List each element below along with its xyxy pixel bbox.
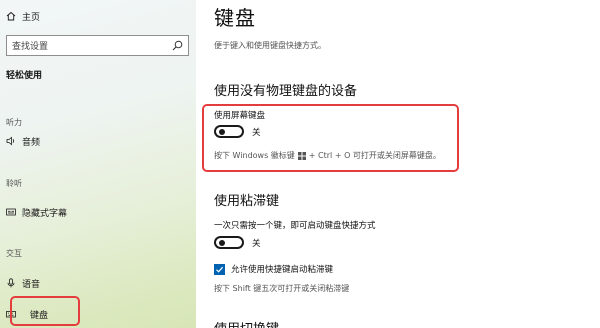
- sidebar-item-label: 主页: [22, 12, 41, 23]
- sticky-toggle[interactable]: [214, 236, 244, 249]
- sidebar-item-speech[interactable]: 语音: [0, 277, 196, 290]
- captions-icon: [6, 207, 16, 217]
- highlight-osk-section: [202, 104, 459, 172]
- microphone-icon: [6, 278, 16, 288]
- sticky-label: 一次只需按一个键，即可启动键盘快捷方式: [214, 221, 376, 231]
- search-input[interactable]: 查找设置: [6, 35, 189, 56]
- main-content: 键盘 便于键入和使用键盘快捷方式。 使用没有物理键盘的设备 使用屏幕键盘 关 按…: [196, 0, 600, 328]
- home-icon: [6, 11, 16, 21]
- highlight-keyboard-nav: [10, 296, 80, 326]
- sticky-toggle-row[interactable]: 关: [214, 236, 261, 249]
- sticky-hint: 按下 Shift 键五次可打开或关闭粘滞键: [214, 284, 350, 293]
- toggle-knob: [219, 239, 225, 246]
- sidebar-section-title: 轻松使用: [6, 71, 43, 81]
- search-icon: [172, 40, 183, 51]
- checkmark-icon: [216, 266, 224, 273]
- section-heading-sticky: 使用粘滞键: [214, 194, 280, 209]
- sticky-toggle-state: 关: [252, 238, 261, 249]
- page-title: 键盘: [214, 6, 256, 30]
- search-placeholder: 查找设置: [12, 42, 49, 52]
- speaker-icon: [6, 136, 16, 146]
- sidebar-item-label: 音频: [22, 137, 41, 148]
- sidebar-item-label: 隐藏式字幕: [22, 208, 68, 219]
- sidebar: 主页 查找设置 轻松使用 听力 音频 聆听 隐藏式字幕 交互 语音 键盘: [0, 0, 196, 328]
- sidebar-item-captions[interactable]: 隐藏式字幕: [0, 206, 196, 219]
- sidebar-item-label: 语音: [22, 279, 41, 290]
- section-heading-osk: 使用没有物理键盘的设备: [214, 84, 358, 99]
- sidebar-item-audio[interactable]: 音频: [0, 135, 196, 148]
- sticky-shortcut-checkbox-row[interactable]: 允许使用快捷键启动粘滞键: [214, 263, 333, 275]
- group-label-listening: 聆听: [6, 179, 22, 188]
- group-label-hearing: 听力: [6, 118, 22, 127]
- checkbox-label: 允许使用快捷键启动粘滞键: [231, 265, 334, 275]
- sidebar-item-home[interactable]: 主页: [0, 10, 196, 23]
- sticky-shortcut-checkbox[interactable]: [214, 263, 225, 275]
- page-description: 便于键入和使用键盘快捷方式。: [214, 41, 326, 50]
- section-heading-toggle-keys: 使用切换键: [214, 318, 279, 328]
- group-label-interaction: 交互: [6, 249, 22, 258]
